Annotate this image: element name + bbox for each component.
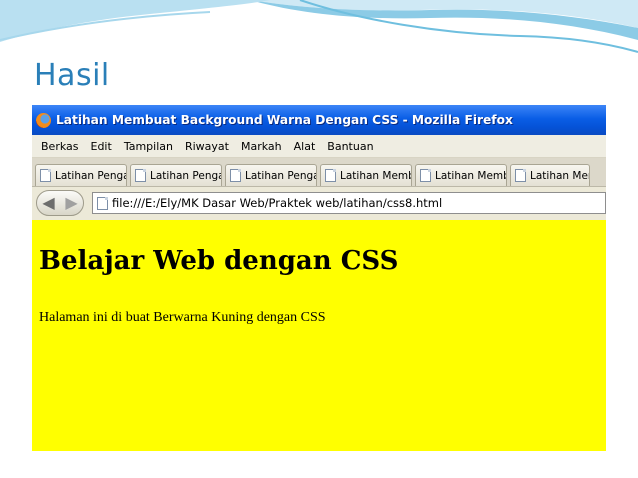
- page-icon: [40, 169, 51, 182]
- menu-item-edit[interactable]: Edit: [85, 140, 118, 153]
- tab-label: Latihan Membu...: [340, 169, 412, 182]
- page-heading: Belajar Web dengan CSS: [39, 246, 399, 276]
- tab-label: Latihan Pengat...: [55, 169, 126, 182]
- page-icon: [515, 169, 526, 182]
- firefox-icon: [36, 112, 51, 128]
- url-text: file:///E:/Ely/MK Dasar Web/Praktek web/…: [112, 196, 443, 210]
- menu-item-riwayat[interactable]: Riwayat: [179, 140, 235, 153]
- menu-item-tampilan[interactable]: Tampilan: [118, 140, 179, 153]
- tab-label: Latihan Pengat...: [245, 169, 316, 182]
- tab-label: Latihan Memb: [530, 169, 589, 182]
- navigation-bar: ◀ ▶ file:///E:/Ely/MK Dasar Web/Praktek …: [32, 187, 606, 219]
- slide-title: Hasil: [34, 58, 110, 93]
- page-icon: [325, 169, 336, 182]
- back-forward-group: ◀ ▶: [36, 190, 84, 216]
- page-icon: [97, 196, 108, 210]
- page-icon: [230, 169, 241, 182]
- menu-item-berkas[interactable]: Berkas: [35, 140, 85, 153]
- browser-tab[interactable]: Latihan Membu...: [415, 164, 507, 186]
- menu-item-markah[interactable]: Markah: [235, 140, 288, 153]
- window-title: Latihan Membuat Background Warna Dengan …: [56, 113, 513, 127]
- menu-item-bantuan[interactable]: Bantuan: [321, 140, 379, 153]
- back-arrow-icon[interactable]: ◀: [42, 195, 54, 211]
- tab-label: Latihan Pengat...: [150, 169, 221, 182]
- browser-tab[interactable]: Latihan Pengat...: [225, 164, 317, 186]
- browser-tab[interactable]: Latihan Pengat...: [130, 164, 222, 186]
- browser-tab[interactable]: Latihan Membu...: [320, 164, 412, 186]
- menu-bar: Berkas Edit Tampilan Riwayat Markah Alat…: [32, 135, 606, 158]
- window-titlebar: Latihan Membuat Background Warna Dengan …: [32, 105, 606, 135]
- tab-label: Latihan Membu...: [435, 169, 507, 182]
- menu-item-alat[interactable]: Alat: [288, 140, 322, 153]
- browser-tab[interactable]: Latihan Memb: [510, 164, 590, 186]
- address-bar[interactable]: file:///E:/Ely/MK Dasar Web/Praktek web/…: [92, 192, 606, 214]
- browser-tab[interactable]: Latihan Pengat...: [35, 164, 127, 186]
- forward-arrow-icon[interactable]: ▶: [65, 195, 77, 211]
- page-icon: [420, 169, 431, 182]
- browser-window: Latihan Membuat Background Warna Dengan …: [32, 105, 606, 451]
- page-paragraph: Halaman ini di buat Berwarna Kuning deng…: [39, 310, 326, 325]
- page-icon: [135, 169, 146, 182]
- page-content: Belajar Web dengan CSS Halaman ini di bu…: [32, 220, 606, 451]
- tab-bar: Latihan Pengat... Latihan Pengat... Lati…: [32, 158, 606, 187]
